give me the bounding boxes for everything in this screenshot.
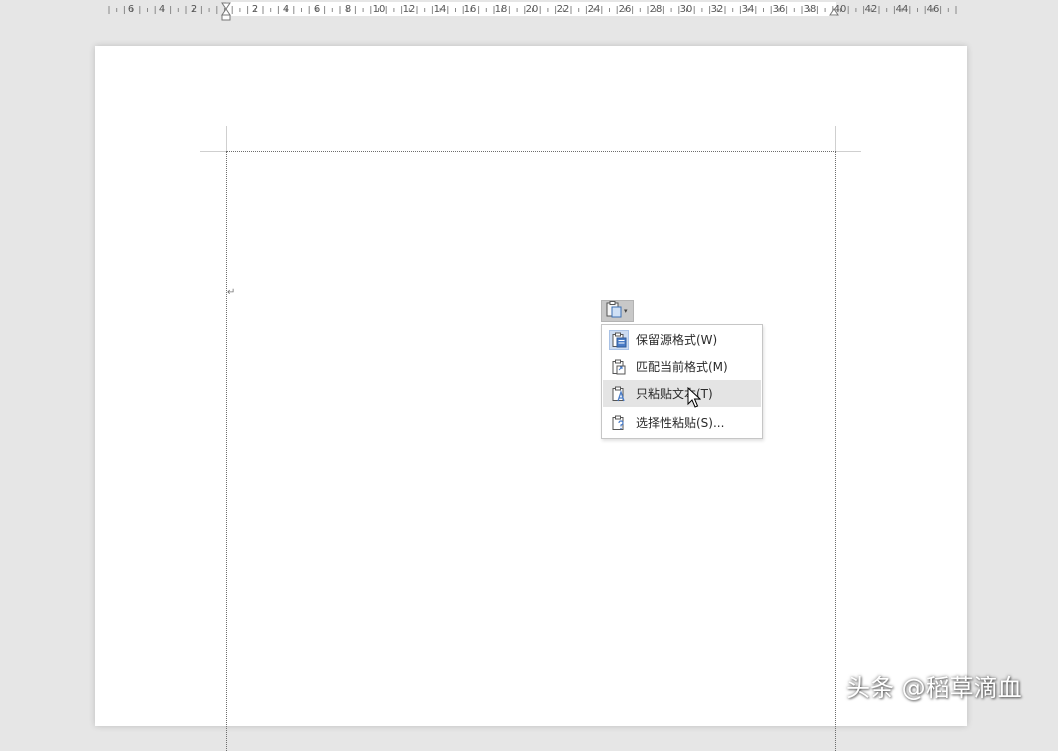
ruler-label: 18: [495, 4, 508, 15]
paste-special-icon: [609, 413, 629, 433]
ruler-label: 12: [403, 4, 416, 15]
paste-options-menu: 保留源格式(W) 匹配当前格式(M) 只粘贴文本(T) 选择性粘贴(S)...: [601, 324, 763, 439]
ruler-label: 6: [314, 4, 320, 15]
ruler-label: 4: [159, 4, 165, 15]
left-indent-marker[interactable]: [221, 14, 231, 21]
ruler-label: 20: [526, 4, 539, 15]
ruler-label: 34: [742, 4, 755, 15]
crop-mark-top-right: [835, 126, 836, 152]
text-only-icon: [609, 384, 629, 404]
ruler-label: 28: [650, 4, 663, 15]
text-boundary-left: [226, 151, 227, 751]
ruler-label: 24: [588, 4, 601, 15]
ruler-label: 30: [680, 4, 693, 15]
ruler-scale: 6 4 2 2 4 6 8 10 12 14 16 18 20 22 24 26 28 30 32 34 36 38 40 4…: [108, 2, 957, 21]
menu-item-label: 保留源格式(W): [636, 333, 718, 347]
menu-item-paste-text-only[interactable]: 只粘贴文本(T): [603, 380, 761, 407]
menu-item-match-format[interactable]: 匹配当前格式(M): [603, 353, 761, 380]
ruler-label: 8: [345, 4, 351, 15]
mouse-pointer-icon: [687, 386, 702, 413]
ruler-label: 16: [464, 4, 477, 15]
document-page[interactable]: 角色性别角色定位魅力值令狐冲男主角100任盈盈女主角100东方不败女主角100岳…: [95, 46, 967, 751]
crop-mark-right: [835, 151, 861, 152]
keep-source-format-icon: [609, 329, 629, 350]
ruler-label: 44: [896, 4, 909, 15]
match-format-icon: [609, 357, 629, 377]
text-boundary-right: [835, 151, 836, 751]
watermark: 头条 @稻草滴血: [846, 674, 1022, 702]
menu-item-paste-special[interactable]: 选择性粘贴(S)...: [603, 409, 761, 436]
ruler-label: 4: [283, 4, 289, 15]
clipboard-icon: [605, 300, 623, 322]
ruler-label: 36: [773, 4, 786, 15]
ruler-label: 42: [865, 4, 878, 15]
menu-item-label: 匹配当前格式(M): [636, 360, 728, 374]
horizontal-ruler[interactable]: 6 4 2 2 4 6 8 10 12 14 16 18 20 22 24 26 28 30 32 34 36 38 40 4…: [0, 0, 1058, 22]
ruler-label: 6: [128, 4, 134, 15]
ruler-label: 46: [927, 4, 940, 15]
paragraph-mark: ↵: [227, 287, 236, 298]
ruler-label: 14: [434, 4, 447, 15]
text-boundary-top: [226, 151, 836, 152]
ruler-label: 2: [191, 4, 197, 15]
menu-item-keep-source-format[interactable]: 保留源格式(W): [603, 326, 761, 353]
paste-options-button[interactable]: ▾: [601, 300, 634, 322]
menu-separator: [603, 405, 761, 406]
menu-item-label: 选择性粘贴(S)...: [636, 416, 725, 430]
chevron-down-icon: ▾: [624, 307, 628, 315]
ruler-label: 26: [619, 4, 632, 15]
ruler-label: 22: [557, 4, 570, 15]
ruler-label: 10: [373, 4, 386, 15]
ruler-label: 32: [711, 4, 724, 15]
crop-mark-left: [200, 151, 227, 152]
menu-item-label: 只粘贴文本(T): [636, 387, 713, 401]
crop-mark-top-left: [226, 126, 227, 152]
ruler-label: 38: [804, 4, 817, 15]
ruler-label: 2: [252, 4, 258, 15]
